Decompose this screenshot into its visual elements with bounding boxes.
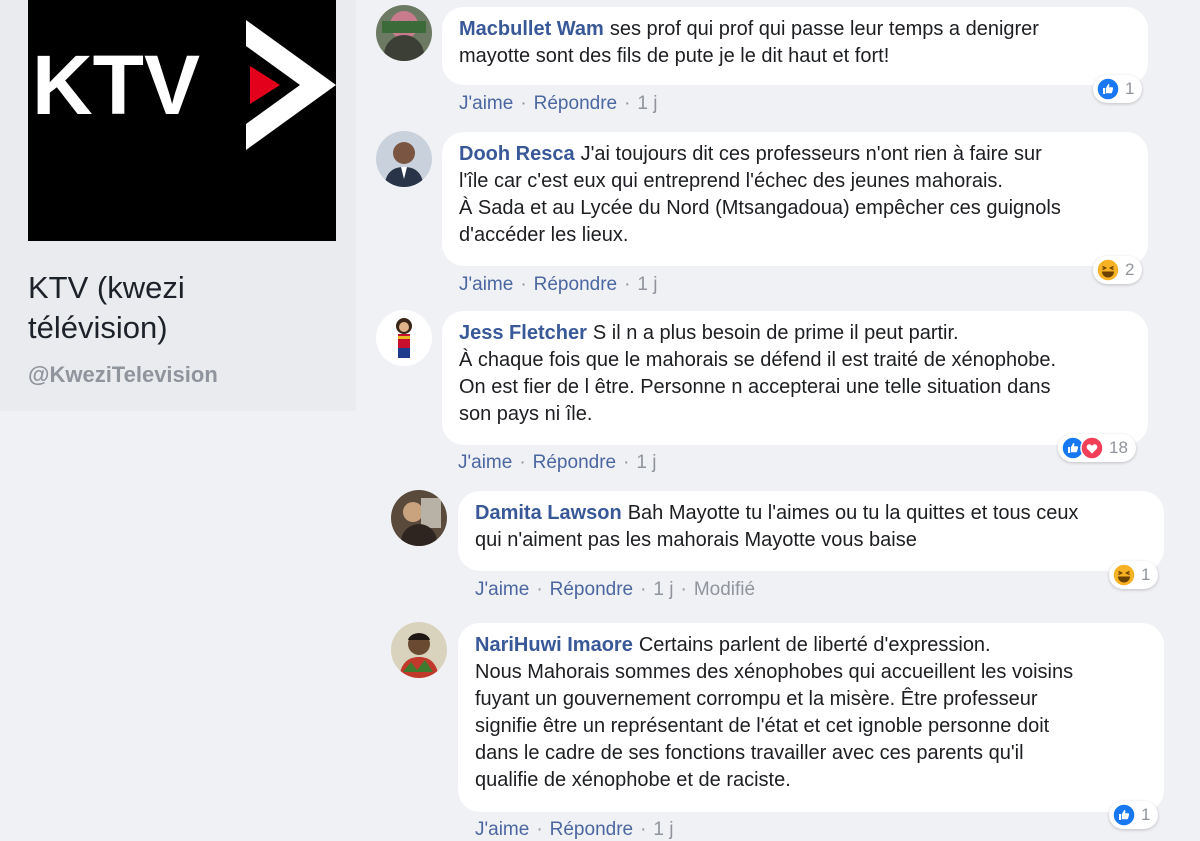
- comment-text: fuyant un gouvernement corrompu et la mi…: [475, 688, 1038, 710]
- reaction-count: 1: [1125, 79, 1135, 98]
- comment-author[interactable]: Jess Fletcher: [459, 322, 587, 344]
- comment-text: Certains parlent de liberté d'expression…: [638, 634, 991, 656]
- comment-text: J'ai toujours dit ces professeurs n'ont …: [580, 143, 1042, 165]
- haha-reaction-icon: [1112, 563, 1136, 587]
- like-link[interactable]: J'aime: [475, 579, 529, 600]
- like-link[interactable]: J'aime: [459, 274, 513, 295]
- avatar[interactable]: [376, 131, 432, 187]
- edited-label[interactable]: Modifié: [694, 579, 755, 600]
- comment-actions: J'aime · Répondre · 1 j: [459, 93, 658, 114]
- comment-author[interactable]: Damita Lawson: [475, 502, 622, 524]
- page-logo[interactable]: KTV: [28, 0, 336, 241]
- comment-bubble: Jess Fletcher S il n a plus besoin de pri…: [442, 311, 1148, 445]
- comment-timestamp[interactable]: 1 j: [636, 452, 656, 473]
- like-link[interactable]: J'aime: [459, 93, 513, 114]
- reaction-summary[interactable]: 1: [1109, 561, 1159, 589]
- comment-text: S il n a plus besoin de prime il peut pa…: [592, 322, 959, 344]
- haha-reaction-icon: [1096, 258, 1120, 282]
- page-title[interactable]: KTV (kwezi télévision): [28, 268, 328, 348]
- comment-text: mayotte sont des fils de pute je le dit …: [459, 45, 890, 67]
- comment-text: son pays ni île.: [459, 403, 593, 425]
- page-info-panel: KTV KTV (kwezi télévision) @KweziTelevis…: [0, 0, 356, 411]
- comment-timestamp[interactable]: 1 j: [653, 819, 673, 840]
- comment-author[interactable]: Dooh Resca: [459, 143, 575, 165]
- comment-text: À Sada et au Lycée du Nord (Mtsangadoua)…: [459, 197, 1061, 219]
- reaction-count: 1: [1141, 805, 1151, 824]
- page-handle[interactable]: @KweziTelevision: [28, 362, 218, 388]
- reply-link[interactable]: Répondre: [534, 93, 617, 114]
- reply-link[interactable]: Répondre: [550, 579, 633, 600]
- reaction-summary[interactable]: 1: [1109, 801, 1159, 829]
- avatar[interactable]: [391, 622, 447, 678]
- like-link[interactable]: J'aime: [458, 452, 512, 473]
- comment-author[interactable]: NariHuwi Imaore: [475, 634, 633, 656]
- comment-bubble: Dooh Resca J'ai toujours dit ces professe…: [442, 132, 1148, 266]
- comment-bubble: Macbullet Wam ses prof qui prof qui passe…: [442, 7, 1148, 85]
- like-reaction-icon: [1096, 77, 1120, 101]
- comment-text: dans le cadre de ses fonctions travaille…: [475, 742, 1024, 764]
- reply-link[interactable]: Répondre: [533, 452, 616, 473]
- reply-link[interactable]: Répondre: [534, 274, 617, 295]
- comment-actions: J'aime · Répondre · 1 j: [459, 274, 658, 295]
- comment-text: ses prof qui prof qui passe leur temps a…: [609, 18, 1039, 40]
- comment-text: d'accéder les lieux.: [459, 224, 629, 246]
- comment-text: À chaque fois que le mahorais se défend …: [459, 349, 1057, 371]
- reaction-count: 18: [1109, 438, 1128, 457]
- comment-author[interactable]: Macbullet Wam: [459, 18, 604, 40]
- like-reaction-icon: [1112, 803, 1136, 827]
- avatar[interactable]: [376, 310, 432, 366]
- reaction-count: 2: [1125, 260, 1135, 279]
- reaction-summary[interactable]: 2: [1093, 256, 1143, 284]
- reaction-summary[interactable]: 18: [1058, 434, 1136, 462]
- comment-timestamp[interactable]: 1 j: [637, 93, 657, 114]
- comment-bubble: NariHuwi Imaore Certains parlent de liber…: [458, 623, 1164, 812]
- comment-actions: J'aime · Répondre · 1 j: [475, 819, 674, 840]
- comment-timestamp[interactable]: 1 j: [653, 579, 673, 600]
- comment-text: Nous Mahorais sommes des xénophobes qui …: [475, 661, 1074, 683]
- logo-text: KTV: [32, 38, 200, 132]
- ktv-logo-graphic: KTV: [28, 0, 336, 241]
- comment-text: qui n'aiment pas les mahorais Mayotte vo…: [475, 529, 917, 551]
- reaction-summary[interactable]: 1: [1093, 75, 1143, 103]
- like-link[interactable]: J'aime: [475, 819, 529, 840]
- comment-bubble: Damita Lawson Bah Mayotte tu l'aimes ou t…: [458, 491, 1164, 571]
- reaction-count: 1: [1141, 565, 1151, 584]
- comment-text: qualifie de xénophobe et de raciste.: [475, 769, 791, 791]
- comment-text: signifie être un représentant de l'état …: [475, 715, 1050, 737]
- reply-link[interactable]: Répondre: [550, 819, 633, 840]
- comment-actions: J'aime · Répondre · 1 j: [458, 452, 657, 473]
- avatar[interactable]: [391, 490, 447, 546]
- comment-timestamp[interactable]: 1 j: [637, 274, 657, 295]
- love-reaction-icon: [1080, 436, 1104, 460]
- comment-text: On est fier de l être. Personne n accept…: [459, 376, 1051, 398]
- comment-text: l'île car c'est eux qui entreprend l'éch…: [459, 170, 1003, 192]
- avatar[interactable]: [376, 5, 432, 61]
- comment-actions: J'aime · Répondre · 1 j · Modifié: [475, 579, 756, 600]
- comment-text: Bah Mayotte tu l'aimes ou tu la quittes …: [627, 502, 1079, 524]
